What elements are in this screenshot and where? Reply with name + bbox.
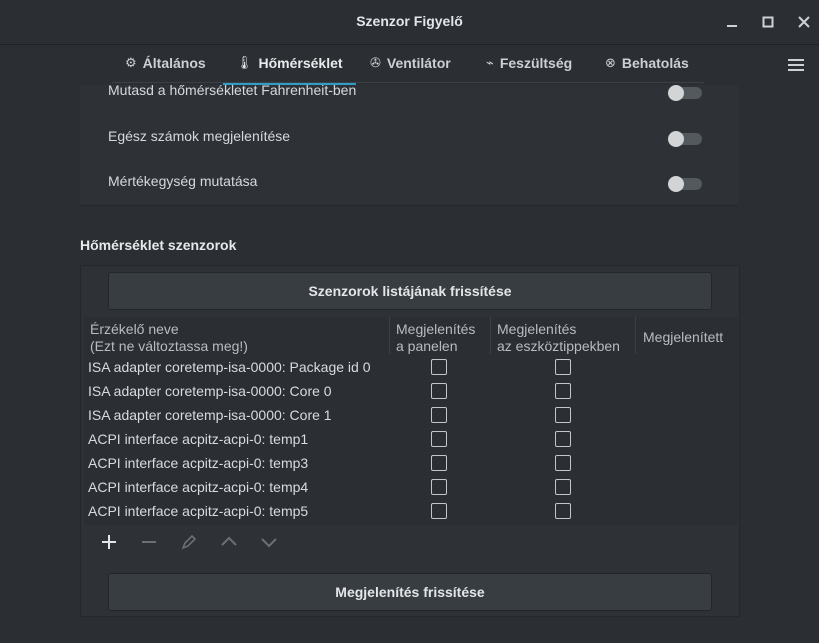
table-row[interactable]: ACPI interface acpitz-acpi-0: temp3 <box>84 452 738 476</box>
toggle-row-fahrenheit: Mutasd a hőmérsékletet Fahrenheit-ben <box>108 77 718 107</box>
voltage-icon: ⌁ <box>486 55 494 70</box>
tab-label: Általános <box>142 55 206 71</box>
integers-switch[interactable] <box>668 131 702 147</box>
table-row[interactable]: ISA adapter coretemp-isa-0000: Core 1 <box>84 404 738 428</box>
fahrenheit-switch[interactable] <box>668 85 702 101</box>
remove-icon <box>142 541 156 543</box>
thermometer-icon: 🌡 <box>236 55 253 70</box>
tab-label: Hőmérséklet <box>258 55 343 71</box>
header-line: Érzékelő neve <box>90 321 179 337</box>
tooltip-checkbox[interactable] <box>555 455 571 471</box>
column-header-tooltip[interactable]: Megjelenítés az eszköztippekben <box>497 321 620 355</box>
panel-checkbox[interactable] <box>431 479 447 495</box>
add-icon <box>102 535 116 549</box>
header-line: Megjelenítés <box>497 321 577 337</box>
sensor-name: ACPI interface acpitz-acpi-0: temp4 <box>88 479 309 495</box>
intrusion-icon: ⊗ <box>605 55 616 70</box>
panel-checkbox[interactable] <box>431 503 447 519</box>
settings-toggles: Mutasd a hőmérsékletet Fahrenheit-ben Eg… <box>80 82 738 206</box>
table-row[interactable]: ACPI interface acpitz-acpi-0: temp1 <box>84 428 738 452</box>
remove-button[interactable] <box>137 530 161 554</box>
sensor-name: ACPI interface acpitz-acpi-0: temp1 <box>88 431 309 447</box>
sensor-panel: Szenzorok listájának frissítése Érzékelő… <box>80 265 740 617</box>
fan-icon: ✇ <box>370 55 381 70</box>
refresh-sensor-list-button[interactable]: Szenzorok listájának frissítése <box>108 272 712 310</box>
move-up-button[interactable] <box>217 530 241 554</box>
switch-knob <box>668 176 684 192</box>
tooltip-checkbox[interactable] <box>555 431 571 447</box>
move-down-button[interactable] <box>257 530 281 554</box>
panel-checkbox[interactable] <box>431 455 447 471</box>
column-separator <box>635 317 636 354</box>
panel-checkbox[interactable] <box>431 407 447 423</box>
edit-icon <box>181 534 197 550</box>
move-down-icon <box>261 538 277 548</box>
panel-checkbox[interactable] <box>431 431 447 447</box>
table-row[interactable]: ISA adapter coretemp-isa-0000: Core 0 <box>84 380 738 404</box>
minimize-button[interactable] <box>722 12 742 32</box>
sensor-name: ISA adapter coretemp-isa-0000: Core 0 <box>88 383 332 399</box>
units-switch[interactable] <box>668 176 702 192</box>
switch-knob <box>668 131 684 147</box>
column-header-panel[interactable]: Megjelenítés a panelen <box>396 321 475 355</box>
close-button[interactable] <box>794 12 814 32</box>
minimize-icon <box>727 25 737 27</box>
sensor-toolbar <box>84 526 738 558</box>
close-icon <box>798 16 810 28</box>
sensor-table: Érzékelő neve (Ezt ne változtassa meg!) … <box>84 317 738 525</box>
table-row[interactable]: ISA adapter coretemp-isa-0000: Package i… <box>84 356 738 380</box>
toggle-label: Egész számok megjelenítése <box>108 128 291 144</box>
toggle-label: Mutasd a hőmérsékletet Fahrenheit-ben <box>108 82 357 98</box>
add-button[interactable] <box>97 530 121 554</box>
toggle-label: Mértékegység mutatása <box>108 173 258 189</box>
toggle-row-integers: Egész számok megjelenítése <box>108 123 718 153</box>
title-bar: Szenzor Figyelő <box>0 0 819 45</box>
move-up-icon <box>221 536 237 546</box>
maximize-button[interactable] <box>758 12 778 32</box>
hamburger-menu-button[interactable] <box>788 59 804 73</box>
header-line: (Ezt ne változtassa meg!) <box>90 338 248 354</box>
tab-label: Behatolás <box>621 55 689 71</box>
edit-button[interactable] <box>177 530 201 554</box>
refresh-display-button[interactable]: Megjelenítés frissítése <box>108 573 712 611</box>
sensor-name: ACPI interface acpitz-acpi-0: temp3 <box>88 455 309 471</box>
sensor-name: ACPI interface acpitz-acpi-0: temp5 <box>88 503 309 519</box>
header-line: Megjelenítés <box>396 321 476 337</box>
hamburger-icon <box>788 59 804 71</box>
section-title: Hőmérséklet szenzorok <box>80 237 237 253</box>
tooltip-checkbox[interactable] <box>555 383 571 399</box>
tooltip-checkbox[interactable] <box>555 359 571 375</box>
maximize-icon <box>762 16 774 28</box>
sensor-name: ISA adapter coretemp-isa-0000: Core 1 <box>88 407 332 423</box>
table-row[interactable]: ACPI interface acpitz-acpi-0: temp5 <box>84 500 738 524</box>
tooltip-checkbox[interactable] <box>555 407 571 423</box>
tab-label: Ventilátor <box>386 55 451 71</box>
column-header-name[interactable]: Érzékelő neve (Ezt ne változtassa meg!) <box>90 321 248 355</box>
toggle-row-units: Mértékegység mutatása <box>108 168 718 198</box>
tooltip-checkbox[interactable] <box>555 479 571 495</box>
table-row[interactable]: ACPI interface acpitz-acpi-0: temp4 <box>84 476 738 500</box>
column-header-displayed[interactable]: Megjelenített <box>643 329 723 346</box>
switch-knob <box>668 85 684 101</box>
gear-icon: ⚙ <box>125 55 137 70</box>
panel-checkbox[interactable] <box>431 359 447 375</box>
column-separator <box>490 317 491 354</box>
tooltip-checkbox[interactable] <box>555 503 571 519</box>
header-line: a panelen <box>396 338 458 354</box>
header-line: az eszköztippekben <box>497 338 620 354</box>
column-separator <box>389 317 390 354</box>
panel-checkbox[interactable] <box>431 383 447 399</box>
sensor-name: ISA adapter coretemp-isa-0000: Package i… <box>88 359 371 375</box>
tab-label: Feszültség <box>499 55 573 71</box>
window-title: Szenzor Figyelő <box>356 13 463 29</box>
